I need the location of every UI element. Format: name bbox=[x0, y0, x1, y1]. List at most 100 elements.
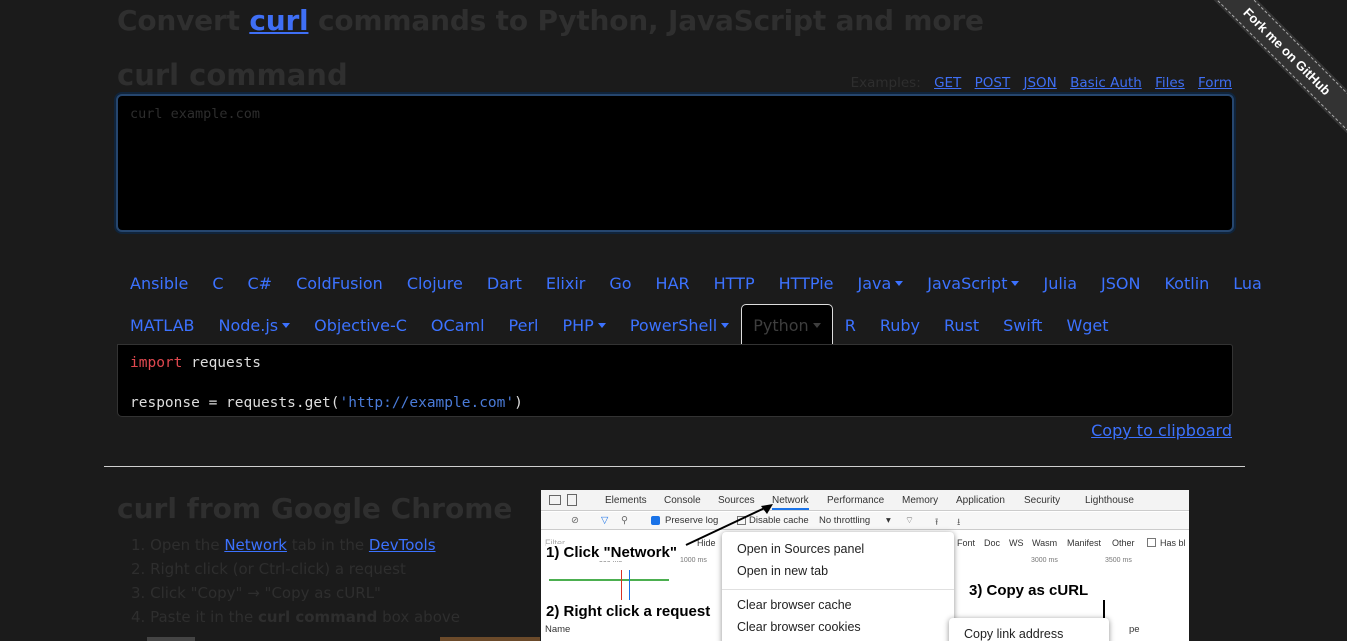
devtools-tab-elements: Elements bbox=[605, 495, 647, 506]
tab-java-dropdown[interactable]: Java bbox=[845, 266, 915, 301]
example-files-link[interactable]: Files bbox=[1155, 75, 1185, 91]
name-column-header: Name bbox=[545, 624, 571, 635]
code-call-post: ) bbox=[514, 395, 523, 411]
section-divider bbox=[104, 466, 1245, 467]
step-1: 1. Open the Network tab in the DevTools bbox=[131, 536, 436, 554]
devtools-tab-bar: Elements Console Sources Network Perform… bbox=[541, 490, 1189, 511]
devtools-link[interactable]: DevTools bbox=[369, 536, 436, 554]
tab-elixir[interactable]: Elixir bbox=[534, 266, 598, 301]
has-blocked-checkbox bbox=[1147, 538, 1156, 547]
step-4: 4. Paste it in the curl command box abov… bbox=[131, 608, 460, 626]
language-tabs-row-1: Ansible C C# ColdFusion Clojure Dart Eli… bbox=[118, 266, 1274, 301]
type-ws: WS bbox=[1009, 538, 1024, 548]
tab-julia[interactable]: Julia bbox=[1031, 266, 1089, 301]
tab-lua[interactable]: Lua bbox=[1221, 266, 1274, 301]
download-icon: ⭳ bbox=[957, 517, 961, 528]
code-call-pre: response = requests.get( bbox=[130, 395, 340, 411]
curl-link[interactable]: curl bbox=[249, 4, 308, 37]
tab-ruby[interactable]: Ruby bbox=[868, 308, 932, 343]
timeline-marker-2 bbox=[629, 570, 630, 600]
example-basic-auth-link[interactable]: Basic Auth bbox=[1070, 75, 1142, 91]
submenu-copy-link: Copy link address bbox=[964, 627, 1064, 641]
menu-separator bbox=[722, 589, 954, 590]
example-get-link[interactable]: GET bbox=[934, 75, 961, 91]
chevron-down-icon: ▾ bbox=[886, 515, 891, 526]
code-line-3: response = requests.get('http://example.… bbox=[130, 393, 1220, 413]
curl-command-input[interactable] bbox=[116, 94, 1234, 232]
tab-http[interactable]: HTTP bbox=[702, 266, 767, 301]
tab-javascript-dropdown[interactable]: JavaScript bbox=[915, 266, 1031, 301]
copy-to-clipboard-link[interactable]: Copy to clipboard bbox=[1091, 421, 1232, 440]
tab-kotlin[interactable]: Kotlin bbox=[1152, 266, 1221, 301]
step-3-text: Click "Copy" → "Copy as cURL" bbox=[150, 584, 381, 602]
tab-swift[interactable]: Swift bbox=[991, 308, 1054, 343]
tab-dart[interactable]: Dart bbox=[475, 266, 534, 301]
devtools-tab-memory: Memory bbox=[902, 495, 939, 506]
tab-go[interactable]: Go bbox=[597, 266, 643, 301]
partial-element-1 bbox=[147, 637, 195, 641]
tab-csharp[interactable]: C# bbox=[235, 266, 284, 301]
tab-perl[interactable]: Perl bbox=[497, 308, 551, 343]
tab-clojure[interactable]: Clojure bbox=[395, 266, 475, 301]
examples-label: Examples: bbox=[850, 75, 921, 91]
tab-httpie[interactable]: HTTPie bbox=[767, 266, 846, 301]
tab-ansible[interactable]: Ansible bbox=[118, 266, 200, 301]
type-manifest: Manifest bbox=[1067, 538, 1102, 548]
tab-python-dropdown-active[interactable]: Python bbox=[741, 304, 833, 346]
tab-har[interactable]: HAR bbox=[644, 266, 702, 301]
generated-code-output[interactable]: import requests response = requests.get(… bbox=[117, 344, 1233, 417]
devtools-tab-application: Application bbox=[956, 495, 1005, 506]
context-menu: Open in Sources panel Open in new tab Cl… bbox=[722, 532, 954, 641]
tab-wget[interactable]: Wget bbox=[1054, 308, 1120, 343]
example-json-link[interactable]: JSON bbox=[1024, 75, 1057, 91]
tab-c[interactable]: C bbox=[200, 266, 235, 301]
device-icon bbox=[567, 494, 577, 506]
tab-powershell-dropdown[interactable]: PowerShell bbox=[618, 308, 741, 343]
tick-1000ms: 1000 ms bbox=[680, 557, 707, 564]
type-font: Font bbox=[957, 538, 976, 548]
menu-open-in-new-tab: Open in new tab bbox=[737, 564, 829, 578]
tab-nodejs-dropdown[interactable]: Node.js bbox=[206, 308, 302, 343]
callout-copy-as-curl: 3) Copy as cURL bbox=[969, 582, 1089, 599]
page-title: Convert curl commands to Python, JavaScr… bbox=[117, 4, 984, 37]
language-tabs-row-2: MATLAB Node.js Objective-C OCaml Perl PH… bbox=[118, 304, 1121, 346]
menu-open-in-sources: Open in Sources panel bbox=[737, 542, 865, 556]
tab-coldfusion[interactable]: ColdFusion bbox=[284, 266, 395, 301]
tick-3500ms: 3500 ms bbox=[1105, 557, 1132, 564]
step-1-mid: tab in the bbox=[286, 536, 369, 554]
code-line-1: import requests bbox=[130, 353, 1220, 373]
tab-objective-c[interactable]: Objective-C bbox=[302, 308, 419, 343]
tab-json[interactable]: JSON bbox=[1089, 266, 1152, 301]
throttling-select: No throttling bbox=[819, 515, 871, 526]
tab-rust[interactable]: Rust bbox=[932, 308, 991, 343]
devtools-tab-lighthouse: Lighthouse bbox=[1085, 495, 1134, 506]
devtools-tab-security: Security bbox=[1024, 495, 1061, 506]
code-keyword: import bbox=[130, 355, 183, 371]
partial-element-2 bbox=[440, 637, 540, 641]
callout-right-click: 2) Right click a request bbox=[546, 603, 711, 620]
type-doc: Doc bbox=[984, 538, 1001, 548]
devtools-tab-performance: Performance bbox=[827, 495, 885, 506]
tab-r[interactable]: R bbox=[833, 308, 868, 343]
curl-command-heading: curl command bbox=[117, 58, 348, 92]
tab-ocaml[interactable]: OCaml bbox=[419, 308, 497, 343]
code-string: 'http://example.com' bbox=[339, 395, 515, 411]
search-icon: ⚲ bbox=[621, 515, 628, 526]
copy-submenu: Copy link address bbox=[949, 618, 1109, 641]
example-post-link[interactable]: POST bbox=[975, 75, 1011, 91]
tick-3000ms: 3000 ms bbox=[1031, 557, 1058, 564]
tab-matlab[interactable]: MATLAB bbox=[118, 308, 206, 343]
type-column-header: pe bbox=[1129, 624, 1140, 635]
tab-php-dropdown[interactable]: PHP bbox=[550, 308, 617, 343]
chrome-steps-list: 1. Open the Network tab in the DevTools … bbox=[131, 535, 460, 631]
type-other: Other bbox=[1112, 538, 1135, 548]
network-link[interactable]: Network bbox=[224, 536, 287, 554]
title-prefix: Convert bbox=[117, 4, 250, 37]
fork-on-github-ribbon[interactable]: Fork me on GitHub bbox=[1199, 0, 1347, 139]
devtools-toolbar: ⊘ ▽ ⚲ Preserve log Disable cache No thro… bbox=[541, 512, 1189, 530]
wifi-icon: ⌔ bbox=[905, 515, 914, 526]
chrome-section-heading: curl from Google Chrome bbox=[117, 492, 513, 525]
step-4-bold: curl command bbox=[258, 608, 378, 626]
preserve-log-checkbox bbox=[651, 516, 660, 525]
